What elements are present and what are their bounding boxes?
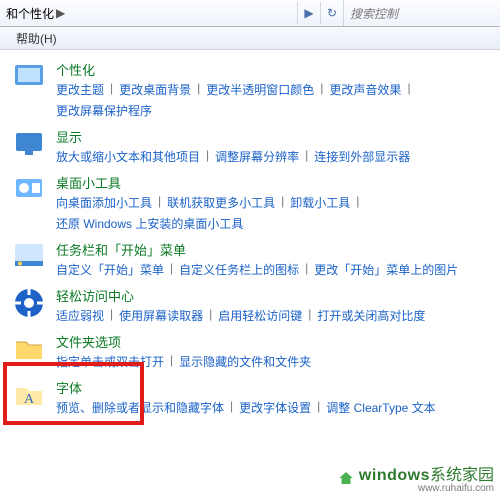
link-taskbar-2[interactable]: 更改「开始」菜单上的图片 (314, 261, 458, 278)
link-gadgets-0[interactable]: 向桌面添加小工具 (56, 194, 152, 211)
link-personalization-4[interactable]: 更改屏幕保护程序 (56, 102, 152, 119)
link-display-1[interactable]: 调整屏幕分辨率 (215, 148, 299, 165)
link-separator: | (164, 353, 179, 370)
category-title-gadgets[interactable]: 桌面小工具 (56, 173, 496, 192)
watermark-logo-icon (337, 469, 355, 487)
link-separator: | (311, 399, 326, 416)
taskbar-icon (12, 240, 46, 274)
link-fonts-0[interactable]: 预览、删除或者显示和隐藏字体 (56, 399, 224, 416)
link-taskbar-0[interactable]: 自定义「开始」菜单 (56, 261, 164, 278)
category-fonts: A字体预览、删除或者显示和隐藏字体|更改字体设置|调整 ClearType 文本 (12, 378, 496, 416)
menu-bar: 帮助(H) (0, 27, 500, 50)
link-separator: | (299, 261, 314, 278)
gadgets-icon (12, 173, 46, 207)
watermark-sub: 系统家园 (430, 467, 494, 484)
display-icon (12, 127, 46, 161)
link-fonts-2[interactable]: 调整 ClearType 文本 (326, 399, 435, 416)
link-display-0[interactable]: 放大或缩小文本和其他项目 (56, 148, 200, 165)
link-separator: | (164, 261, 179, 278)
link-taskbar-1[interactable]: 自定义任务栏上的图标 (179, 261, 299, 278)
link-separator: | (302, 307, 317, 324)
category-personalization: 个性化更改主题|更改桌面背景|更改半透明窗口颜色|更改声音效果|更改屏幕保护程序 (12, 60, 496, 119)
svg-text:A: A (24, 392, 35, 407)
link-fonts-1[interactable]: 更改字体设置 (239, 399, 311, 416)
breadcrumb[interactable]: 和个性化 ▶ (0, 5, 71, 22)
category-title-taskbar[interactable]: 任务栏和「开始」菜单 (56, 240, 496, 259)
category-title-display[interactable]: 显示 (56, 127, 496, 146)
folder-icon (12, 332, 46, 366)
link-separator: | (152, 194, 167, 211)
link-ease-0[interactable]: 适应弱视 (56, 307, 104, 324)
category-folder: 文件夹选项指定单击或双击打开|显示隐藏的文件和文件夹 (12, 332, 496, 370)
category-taskbar: 任务栏和「开始」菜单自定义「开始」菜单|自定义任务栏上的图标|更改「开始」菜单上… (12, 240, 496, 278)
watermark: windows系统家园 www.ruhaifu.com (337, 461, 494, 494)
link-separator: | (401, 81, 416, 98)
category-title-folder[interactable]: 文件夹选项 (56, 332, 496, 351)
link-folder-1[interactable]: 显示隐藏的文件和文件夹 (179, 353, 311, 370)
link-display-2[interactable]: 连接到外部显示器 (314, 148, 410, 165)
link-folder-0[interactable]: 指定单击或双击打开 (56, 353, 164, 370)
category-gadgets: 桌面小工具向桌面添加小工具|联机获取更多小工具|卸载小工具|还原 Windows… (12, 173, 496, 232)
ease-icon (12, 286, 46, 320)
category-display: 显示放大或缩小文本和其他项目|调整屏幕分辨率|连接到外部显示器 (12, 127, 496, 165)
link-personalization-2[interactable]: 更改半透明窗口颜色 (206, 81, 314, 98)
link-separator: | (224, 399, 239, 416)
content-pane: 个性化更改主题|更改桌面背景|更改半透明窗口颜色|更改声音效果|更改屏幕保护程序… (0, 50, 500, 428)
link-separator: | (104, 307, 119, 324)
link-gadgets-2[interactable]: 卸载小工具 (290, 194, 350, 211)
search-box[interactable]: 搜索控制 (343, 0, 500, 26)
refresh-button[interactable]: ↻ (320, 2, 343, 24)
address-bar: 和个性化 ▶ ▶ ↻ 搜索控制 (0, 0, 500, 27)
link-separator: | (275, 194, 290, 211)
link-ease-3[interactable]: 打开或关闭高对比度 (317, 307, 425, 324)
menu-help[interactable]: 帮助(H) (8, 30, 65, 47)
link-personalization-3[interactable]: 更改声音效果 (329, 81, 401, 98)
link-gadgets-1[interactable]: 联机获取更多小工具 (167, 194, 275, 211)
link-gadgets-3[interactable]: 还原 Windows 上安装的桌面小工具 (56, 215, 243, 232)
watermark-main: windows (359, 467, 430, 484)
link-ease-1[interactable]: 使用屏幕读取器 (119, 307, 203, 324)
link-separator: | (104, 81, 119, 98)
fonts-icon: A (12, 378, 46, 412)
link-personalization-0[interactable]: 更改主题 (56, 81, 104, 98)
personalization-icon (12, 60, 46, 94)
category-title-personalization[interactable]: 个性化 (56, 60, 496, 79)
link-separator: | (350, 194, 365, 211)
breadcrumb-delimiter: ▶ (56, 6, 65, 20)
category-ease: 轻松访问中心适应弱视|使用屏幕读取器|启用轻松访问键|打开或关闭高对比度 (12, 286, 496, 324)
breadcrumb-segment: 和个性化 (6, 5, 54, 22)
link-personalization-1[interactable]: 更改桌面背景 (119, 81, 191, 98)
link-separator: | (191, 81, 206, 98)
link-separator: | (314, 81, 329, 98)
category-title-ease[interactable]: 轻松访问中心 (56, 286, 496, 305)
link-ease-2[interactable]: 启用轻松访问键 (218, 307, 302, 324)
link-separator: | (299, 148, 314, 165)
history-dropdown-button[interactable]: ▶ (297, 2, 320, 24)
link-separator: | (203, 307, 218, 324)
category-title-fonts[interactable]: 字体 (56, 378, 496, 397)
search-placeholder: 搜索控制 (350, 5, 398, 22)
link-separator: | (200, 148, 215, 165)
